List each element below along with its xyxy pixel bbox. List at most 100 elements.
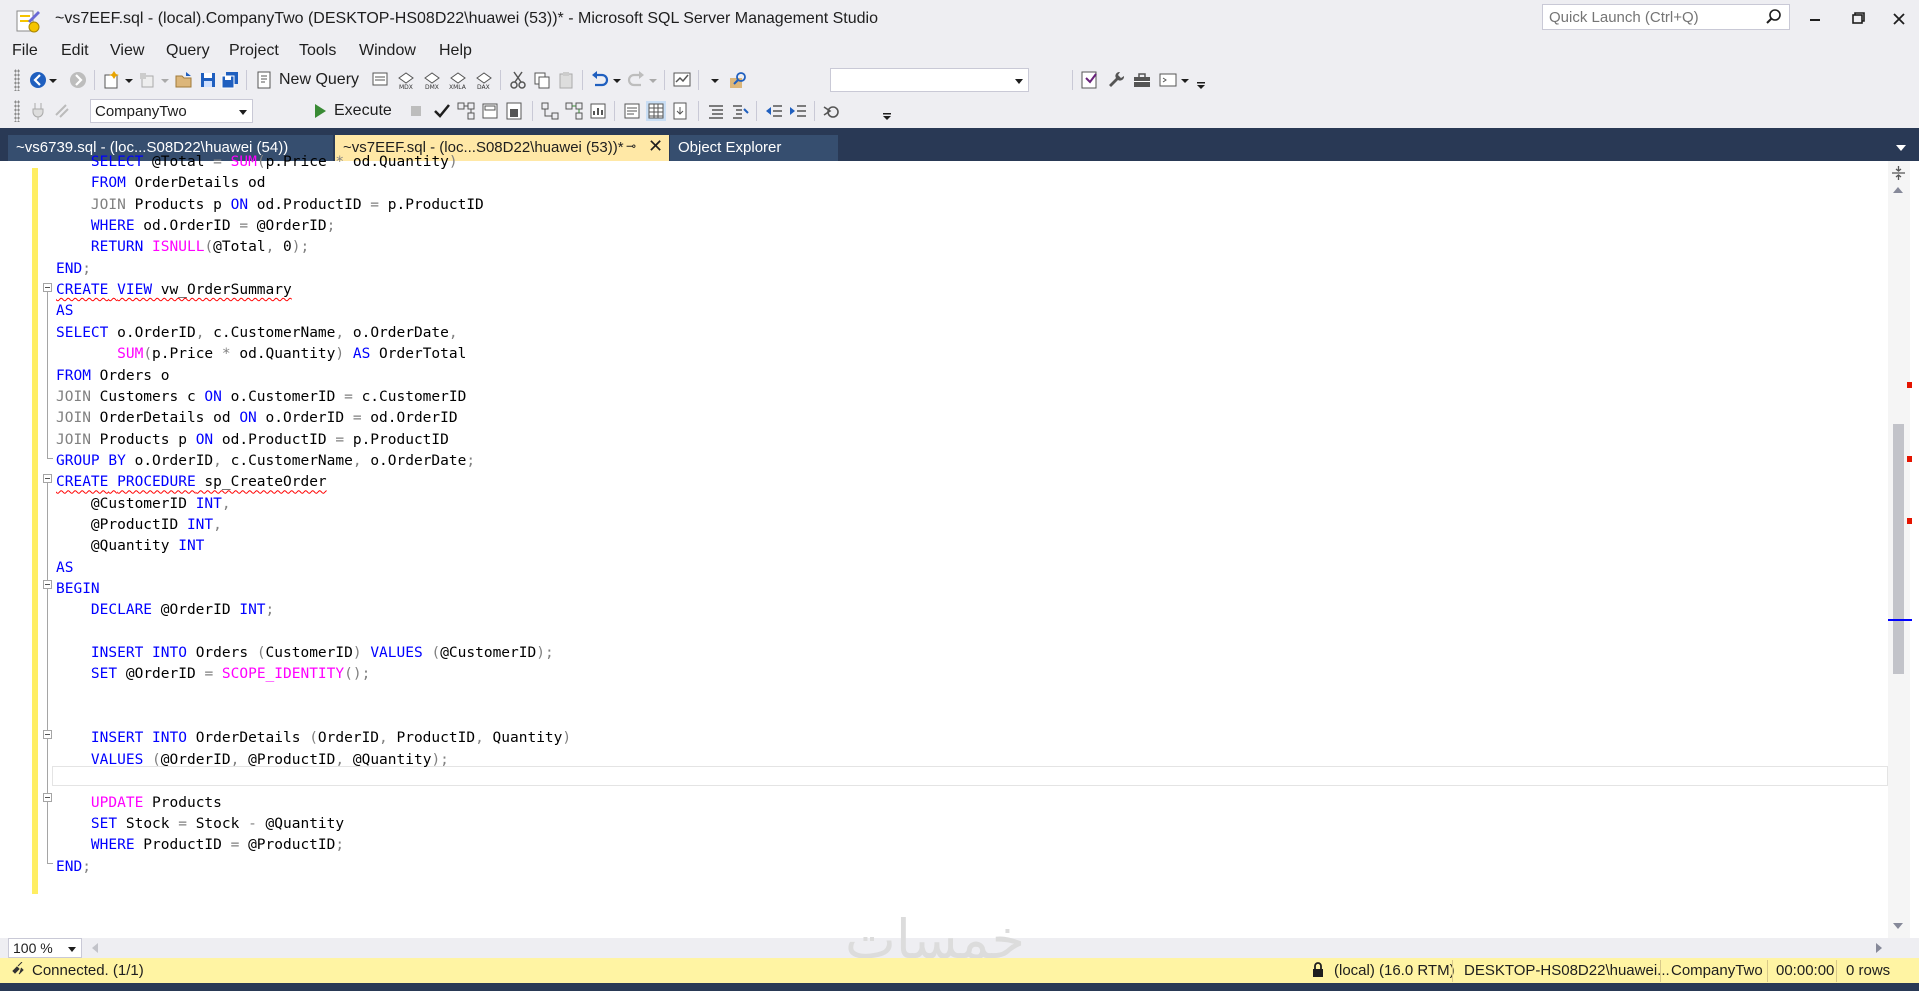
code-line[interactable]: BEGIN: [56, 579, 100, 600]
error-marker[interactable]: [1907, 518, 1912, 524]
include-actual-plan-icon[interactable]: [540, 101, 560, 121]
collapse-icon[interactable]: [43, 580, 52, 589]
dmx-query-icon[interactable]: DMX: [422, 70, 442, 90]
results-to-text-icon[interactable]: [622, 101, 642, 121]
parse-checkmark-icon[interactable]: [432, 101, 452, 121]
save-all-icon[interactable]: [220, 70, 240, 90]
menu-help[interactable]: Help: [439, 42, 472, 60]
database-engine-query-icon[interactable]: [370, 70, 390, 90]
specify-template-parameters-icon[interactable]: [822, 101, 842, 121]
open-file-icon[interactable]: [174, 70, 194, 90]
toolbar-grip[interactable]: [14, 69, 20, 91]
close-tab-icon[interactable]: ✕: [648, 136, 663, 157]
toolbar-overflow-icon[interactable]: [882, 101, 892, 121]
menu-project[interactable]: Project: [229, 42, 279, 60]
error-marker[interactable]: [1907, 382, 1912, 388]
new-query-label[interactable]: New Query: [279, 71, 359, 89]
code-line[interactable]: JOIN OrderDetails od ON o.OrderID = od.O…: [56, 408, 458, 429]
collapse-icon[interactable]: [43, 730, 52, 739]
scroll-down-icon[interactable]: [1893, 923, 1903, 929]
ssms-app-icon[interactable]: [14, 7, 42, 35]
split-window-icon[interactable]: [1890, 164, 1907, 182]
chevron-down-icon[interactable]: [1180, 70, 1190, 90]
code-line[interactable]: GROUP BY o.OrderID, c.CustomerName, o.Or…: [56, 451, 475, 472]
properties-wrench-icon[interactable]: [1106, 70, 1126, 90]
display-estimated-plan-icon[interactable]: [456, 101, 476, 121]
results-to-grid-icon[interactable]: [646, 101, 666, 121]
query-options-icon[interactable]: [480, 101, 500, 121]
available-databases-combo[interactable]: CompanyTwo: [90, 99, 253, 123]
menu-tools[interactable]: Tools: [299, 42, 336, 60]
close-button[interactable]: [1879, 6, 1919, 32]
code-line[interactable]: SET @OrderID = SCOPE_IDENTITY();: [56, 664, 370, 685]
code-line[interactable]: WHERE od.OrderID = @OrderID;: [56, 216, 335, 237]
command-window-icon[interactable]: [1158, 70, 1178, 90]
activity-monitor-icon[interactable]: [672, 70, 692, 90]
restore-button[interactable]: [1837, 6, 1877, 32]
decrease-indent-icon[interactable]: [764, 101, 784, 121]
chevron-down-icon[interactable]: [612, 70, 622, 90]
save-icon[interactable]: [198, 70, 218, 90]
xmla-query-icon[interactable]: XMLA: [448, 70, 468, 90]
increase-indent-icon[interactable]: [788, 101, 808, 121]
new-project-icon[interactable]: [102, 70, 122, 90]
code-line[interactable]: JOIN Customers c ON o.CustomerID = c.Cus…: [56, 387, 466, 408]
new-query-icon[interactable]: [254, 70, 274, 90]
chevron-down-icon[interactable]: [124, 70, 134, 90]
code-line[interactable]: END;: [56, 857, 91, 878]
code-line[interactable]: SUM(p.Price * od.Quantity) AS OrderTotal: [56, 344, 466, 365]
tab-object-explorer[interactable]: Object Explorer: [670, 135, 838, 161]
cut-icon[interactable]: [508, 70, 528, 90]
code-line[interactable]: @ProductID INT,: [56, 515, 222, 536]
solution-configuration-combo[interactable]: [830, 68, 1029, 92]
code-line[interactable]: JOIN Products p ON od.ProductID = p.Prod…: [56, 430, 449, 451]
quick-launch-box[interactable]: [1542, 4, 1790, 30]
zoom-combo[interactable]: 100 %: [8, 938, 82, 958]
code-line[interactable]: FROM Orders o: [56, 366, 170, 387]
error-marker[interactable]: [1907, 456, 1912, 462]
toolbox-icon[interactable]: [1132, 70, 1152, 90]
code-line[interactable]: RETURN ISNULL(@Total, 0);: [56, 237, 309, 258]
chevron-down-icon[interactable]: [48, 70, 58, 90]
code-line[interactable]: AS: [56, 301, 73, 322]
code-line[interactable]: JOIN Products p ON od.ProductID = p.Prod…: [56, 195, 484, 216]
copy-icon[interactable]: [532, 70, 552, 90]
collapse-icon[interactable]: [43, 283, 52, 292]
code-line[interactable]: @CustomerID INT,: [56, 494, 231, 515]
scroll-up-icon[interactable]: [1893, 187, 1903, 193]
uncomment-icon[interactable]: [730, 101, 750, 121]
code-line[interactable]: INSERT INTO Orders (CustomerID) VALUES (…: [56, 643, 554, 664]
solution-explorer-icon[interactable]: [1080, 70, 1100, 90]
code-line[interactable]: SET Stock = Stock - @Quantity: [56, 814, 344, 835]
code-line[interactable]: CREATE PROCEDURE sp_CreateOrder: [56, 472, 327, 493]
minimize-button[interactable]: [1795, 6, 1835, 32]
toolbar-overflow-icon[interactable]: [1196, 70, 1206, 90]
intellisense-enabled-icon[interactable]: [504, 101, 524, 121]
chevron-down-icon[interactable]: [708, 70, 722, 90]
execute-label[interactable]: Execute: [334, 102, 392, 120]
vertical-scroll-thumb[interactable]: [1893, 424, 1904, 674]
toolbar-grip[interactable]: [14, 100, 20, 122]
undo-icon[interactable]: [590, 70, 610, 90]
code-line[interactable]: CREATE VIEW vw_OrderSummary: [56, 280, 292, 301]
menu-window[interactable]: Window: [359, 42, 416, 60]
code-line[interactable]: SELECT @Total = SUM(p.Price * od.Quantit…: [56, 152, 458, 173]
code-line[interactable]: FROM OrderDetails od: [56, 173, 266, 194]
code-line[interactable]: END;: [56, 259, 91, 280]
code-line[interactable]: SELECT o.OrderID, c.CustomerName, o.Orde…: [56, 323, 458, 344]
code-line[interactable]: INSERT INTO OrderDetails (OrderID, Produ…: [56, 728, 571, 749]
scroll-left-icon[interactable]: [92, 943, 98, 953]
code-line[interactable]: @Quantity INT: [56, 536, 205, 557]
code-line[interactable]: WHERE ProductID = @ProductID;: [56, 835, 344, 856]
mdx-query-icon[interactable]: MDX: [396, 70, 416, 90]
pin-icon[interactable]: ⊸: [626, 139, 636, 153]
client-statistics-icon[interactable]: [588, 101, 608, 121]
find-in-files-icon[interactable]: [728, 70, 748, 90]
results-to-file-icon[interactable]: [670, 101, 690, 121]
collapse-icon[interactable]: [43, 474, 52, 483]
menu-view[interactable]: View: [110, 42, 144, 60]
dax-query-icon[interactable]: DAX: [474, 70, 494, 90]
live-query-statistics-icon[interactable]: [564, 101, 584, 121]
menu-edit[interactable]: Edit: [61, 42, 89, 60]
scroll-right-icon[interactable]: [1876, 943, 1882, 953]
